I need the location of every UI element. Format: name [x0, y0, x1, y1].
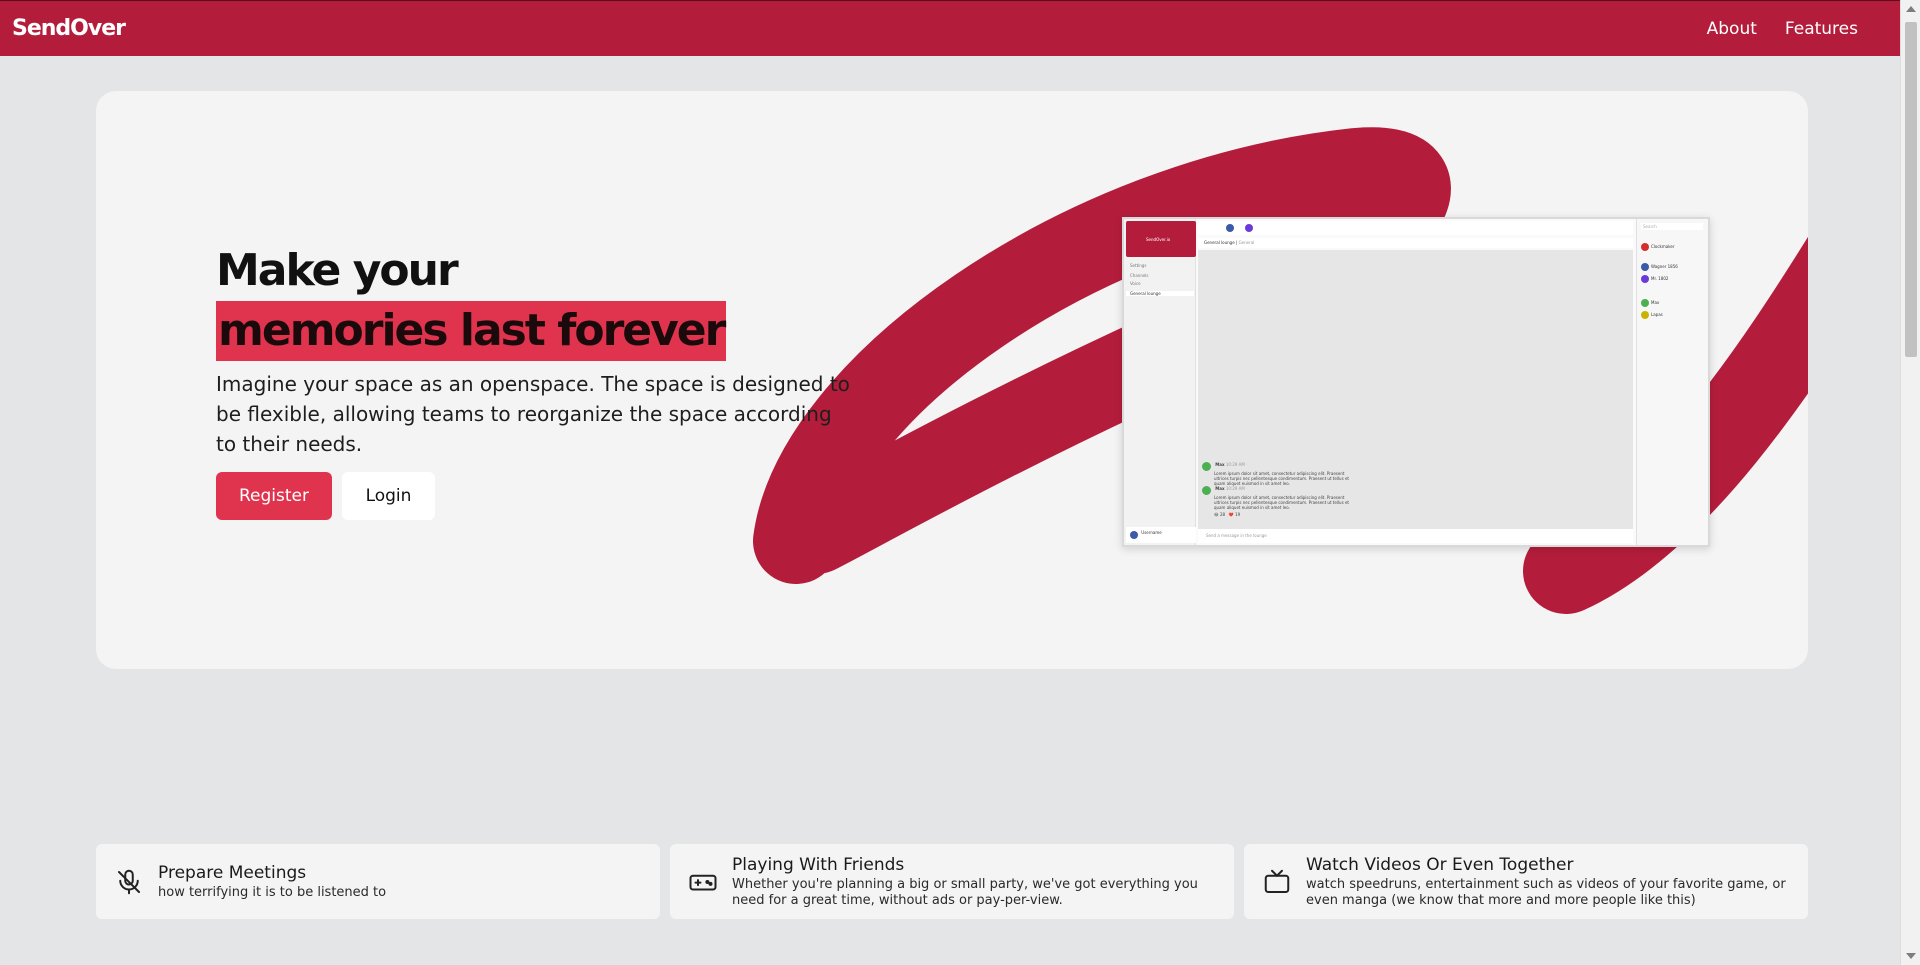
feature-desc: how terrifying it is to be listened to: [158, 885, 387, 900]
preview-message-time: 10:29 AM: [1225, 486, 1245, 491]
preview-server-sidebar: SendOver.io Settings Channels Voice Gene…: [1124, 219, 1196, 545]
preview-avatar: [1202, 486, 1211, 495]
preview-member: Clockmaker: [1641, 243, 1675, 251]
scroll-down-icon[interactable]: [1906, 953, 1916, 959]
hero-section: Make your memories last forever Imagine …: [96, 91, 1808, 669]
preview-server-icon: [1226, 224, 1234, 232]
login-button[interactable]: Login: [342, 472, 435, 520]
preview-message-text: Lorem ipsum dolor sit amet, consectetur …: [1214, 495, 1349, 510]
preview-server-banner: SendOver.io: [1126, 221, 1196, 257]
feature-desc: watch speedruns, entertainment such as v…: [1306, 877, 1786, 908]
preview-message-text: Lorem ipsum dolor sit amet, consectetur …: [1214, 471, 1349, 486]
preview-channel-header: General lounge | General: [1198, 238, 1633, 248]
app-preview-screenshot: SendOver.io Settings Channels Voice Gene…: [1122, 217, 1710, 547]
nav-features-link[interactable]: Features: [1785, 19, 1858, 39]
nav-links: About Features: [1707, 19, 1858, 39]
hero-subtitle: Imagine your space as an openspace. The …: [216, 372, 850, 456]
feature-text: Prepare Meetings how terrifying it is to…: [158, 862, 386, 901]
scroll-thumb[interactable]: [1905, 22, 1917, 357]
preview-search: Search: [1641, 223, 1703, 230]
preview-member-avatar: [1641, 299, 1649, 307]
tv-icon: [1264, 869, 1290, 893]
preview-member: Mr. 1802: [1641, 275, 1668, 283]
microphone-off-icon: [118, 869, 140, 894]
preview-channel-tag: General: [1238, 240, 1255, 245]
preview-sidebar-item: Voice: [1130, 281, 1141, 286]
feature-title: Playing With Friends: [732, 855, 905, 875]
preview-member-name: Clockmaker: [1651, 244, 1675, 249]
brand-logo[interactable]: SendOver: [12, 16, 126, 41]
gamepad-icon: [689, 874, 717, 890]
preview-sidebar-item: Settings: [1130, 263, 1147, 268]
preview-server-icon: [1245, 224, 1254, 232]
register-button[interactable]: Register: [216, 472, 332, 520]
preview-member-avatar: [1641, 275, 1649, 283]
features-row: Prepare Meetings how terrifying it is to…: [96, 844, 1808, 919]
preview-username: Username: [1141, 530, 1162, 535]
preview-message-time: 10:29 AM: [1225, 462, 1245, 467]
preview-message-input: Send a message in the lounge: [1198, 529, 1633, 543]
feature-text: Watch Videos Or Even Together watch spee…: [1306, 854, 1792, 909]
preview-member-name: Max: [1651, 300, 1660, 305]
preview-member-name: Mr. 1802: [1651, 276, 1669, 281]
feature-desc: Whether you're planning a big or small p…: [732, 877, 1198, 908]
preview-top-bar: [1198, 221, 1633, 235]
headline-highlight: memories last forever: [216, 301, 726, 361]
feature-title: Prepare Meetings: [158, 863, 307, 883]
preview-message-author: Max: [1215, 462, 1225, 467]
preview-reaction: ❤️ 19: [1228, 512, 1241, 517]
preview-message: Max 10:29 AM Lorem ipsum dolor sit amet,…: [1202, 486, 1352, 517]
preview-avatar: [1202, 462, 1211, 471]
preview-member-avatar: [1641, 311, 1649, 319]
preview-sidebar-item: General lounge: [1126, 291, 1194, 296]
preview-member: Lapas: [1641, 311, 1663, 319]
page-scrollbar[interactable]: [1900, 0, 1920, 965]
preview-reaction: 😂 28: [1214, 512, 1226, 517]
preview-member-list: Search Clockmaker Wagner 1856 Mr. 1802 M…: [1636, 219, 1708, 545]
preview-reactions: 😂 28 ❤️ 19: [1214, 512, 1352, 517]
preview-channel-name: General lounge: [1204, 240, 1235, 245]
feature-title: Watch Videos Or Even Together: [1306, 855, 1574, 875]
preview-member: Max: [1641, 299, 1659, 307]
headline-line-1: Make your: [216, 245, 459, 296]
preview-member: Wagner 1856: [1641, 263, 1678, 271]
scroll-up-icon[interactable]: [1906, 6, 1916, 12]
feature-card: Playing With Friends Whether you're plan…: [670, 844, 1234, 919]
preview-member-name: Lapas: [1651, 312, 1663, 317]
preview-user-panel: Username: [1126, 527, 1196, 543]
hero-buttons: Register Login: [216, 472, 856, 520]
feature-text: Playing With Friends Whether you're plan…: [732, 854, 1218, 909]
preview-message-author: Max: [1215, 486, 1225, 491]
preview-message: Max 10:29 AM Lorem ipsum dolor sit amet,…: [1202, 462, 1352, 486]
preview-server-name: SendOver.io: [1146, 237, 1171, 242]
preview-member-name: Wagner 1856: [1651, 264, 1678, 269]
hero-text-block: Make your memories last forever Imagine …: [216, 241, 856, 520]
hero-headline: Make your memories last forever: [216, 241, 856, 361]
top-navbar: SendOver About Features: [0, 0, 1900, 56]
preview-member-avatar: [1641, 243, 1649, 251]
nav-about-link[interactable]: About: [1707, 19, 1757, 39]
preview-sidebar-item: Channels: [1130, 273, 1149, 278]
feature-card: Prepare Meetings how terrifying it is to…: [96, 844, 660, 919]
preview-member-avatar: [1641, 263, 1649, 271]
preview-chat-area: Max 10:29 AM Lorem ipsum dolor sit amet,…: [1198, 250, 1633, 530]
feature-card: Watch Videos Or Even Together watch spee…: [1244, 844, 1808, 919]
preview-user-avatar: [1130, 531, 1138, 539]
